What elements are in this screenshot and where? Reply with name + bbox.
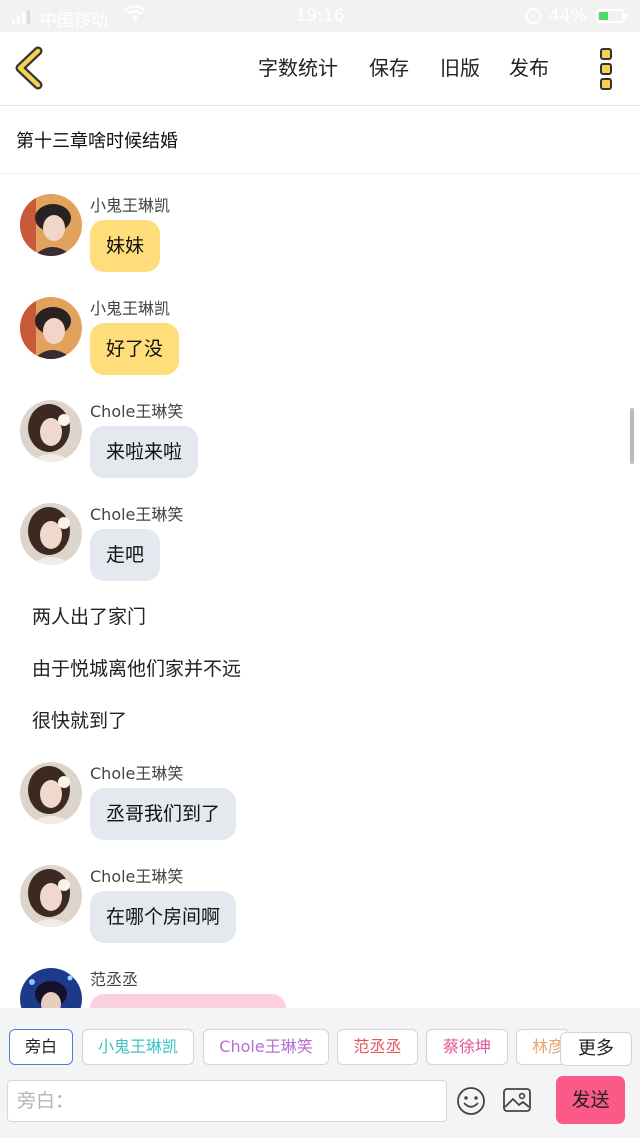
- role-chip-cai[interactable]: 蔡徐坤: [426, 1029, 508, 1065]
- chat-message[interactable]: 小鬼王琳凯 好了没: [0, 277, 640, 375]
- message-bubble[interactable]: 好了没: [90, 323, 180, 375]
- narration-line[interactable]: 两人出了家门: [32, 602, 146, 629]
- narration-line[interactable]: 由于悦城离他们家并不远: [32, 654, 241, 681]
- avatar-xiaogui[interactable]: [20, 297, 82, 359]
- message-input[interactable]: [8, 1081, 446, 1121]
- chat-message[interactable]: Chole王琳笑 丞哥我们到了: [0, 742, 640, 840]
- role-chip-chole[interactable]: Chole王琳笑: [203, 1029, 329, 1065]
- avatar-chole[interactable]: [20, 400, 82, 462]
- old-version-button[interactable]: 旧版: [440, 56, 480, 80]
- publish-button[interactable]: 发布: [509, 56, 549, 80]
- chat-message[interactable]: 小鬼王琳凯 妹妹: [0, 174, 640, 272]
- save-button[interactable]: 保存: [369, 56, 409, 80]
- message-bubble[interactable]: [90, 994, 286, 1008]
- role-chip-narrator[interactable]: 旁白: [9, 1029, 73, 1065]
- message-bubble[interactable]: 妹妹: [90, 220, 161, 272]
- battery-percent: 44%: [549, 6, 587, 26]
- chat-message[interactable]: 范丞丞: [0, 948, 640, 1008]
- scrollbar[interactable]: [630, 408, 634, 464]
- bottom-panel: 旁白 小鬼王琳凯 Chole王琳笑 范丞丞 蔡徐坤 林彦俊 更多 发送: [0, 1008, 640, 1138]
- message-bubble[interactable]: 来啦来啦: [90, 426, 199, 478]
- avatar-chole[interactable]: [20, 762, 82, 824]
- narration-line[interactable]: 很快就到了: [32, 706, 127, 733]
- battery-icon: [596, 9, 627, 23]
- send-button[interactable]: 发送: [556, 1076, 625, 1124]
- back-arrow-icon[interactable]: [10, 46, 50, 90]
- message-bubble[interactable]: 在哪个房间啊: [90, 891, 237, 943]
- role-chip-fan[interactable]: 范丞丞: [337, 1029, 418, 1065]
- role-chip-xiaogui[interactable]: 小鬼王琳凯: [82, 1029, 194, 1065]
- sender-name: Chole王琳笑: [90, 505, 184, 524]
- chat-message[interactable]: Chole王琳笑 在哪个房间啊: [0, 845, 640, 943]
- avatar-chole[interactable]: [20, 865, 82, 927]
- message-input-box[interactable]: [7, 1080, 447, 1122]
- more-roles-button[interactable]: 更多: [560, 1032, 632, 1066]
- more-menu-icon[interactable]: [594, 46, 618, 92]
- sender-name: 范丞丞: [90, 970, 139, 989]
- sender-name: Chole王琳笑: [90, 402, 184, 421]
- status-bar: 中国移动 19:16 44%: [0, 0, 640, 32]
- rotation-lock-icon: [525, 8, 541, 24]
- message-bubble[interactable]: 丞哥我们到了: [90, 788, 237, 840]
- message-bubble[interactable]: 走吧: [90, 529, 161, 581]
- emoji-icon[interactable]: [456, 1086, 486, 1116]
- sender-name: 小鬼王琳凯: [90, 196, 171, 215]
- image-icon[interactable]: [502, 1086, 532, 1114]
- word-count-button[interactable]: 字数统计: [258, 56, 338, 80]
- sender-name: Chole王琳笑: [90, 764, 184, 783]
- top-nav-bar: 字数统计 保存 旧版 发布: [0, 32, 640, 106]
- avatar-fan[interactable]: [20, 968, 82, 1008]
- sender-name: 小鬼王琳凯: [90, 299, 171, 318]
- sender-name: Chole王琳笑: [90, 867, 184, 886]
- chat-message[interactable]: Chole王琳笑 来啦来啦: [0, 380, 640, 478]
- avatar-xiaogui[interactable]: [20, 194, 82, 256]
- chat-area[interactable]: 小鬼王琳凯 妹妹 小鬼王琳凯 好了没 Chole王琳笑 来啦来啦 Chole王琳…: [0, 174, 640, 1008]
- clock: 19:16: [295, 6, 345, 26]
- chat-message[interactable]: Chole王琳笑 走吧: [0, 483, 640, 581]
- chapter-title[interactable]: 第十三章啥时候结婚: [16, 127, 178, 153]
- avatar-chole[interactable]: [20, 503, 82, 565]
